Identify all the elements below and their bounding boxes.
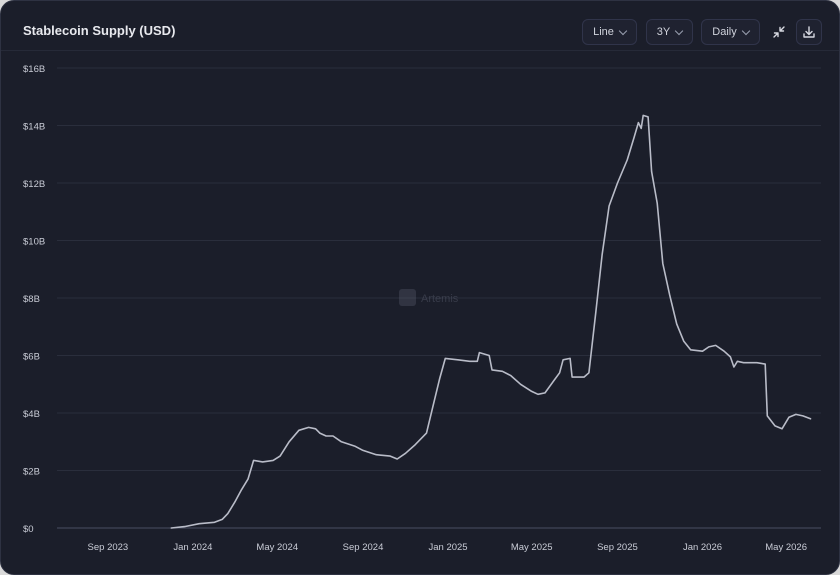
y-tick-label: $0	[23, 524, 34, 535]
range-label: 3Y	[656, 26, 671, 38]
y-tick-label: $8B	[23, 294, 40, 305]
series-group	[170, 114, 812, 529]
x-tick-label: Sep 2023	[88, 542, 129, 553]
x-tick-label: May 2026	[765, 542, 807, 553]
watermark: Artemis	[399, 289, 459, 306]
y-tick-label: $12B	[23, 179, 45, 190]
y-axis: $0 $2B $4B $6B $8B $10B $12B $14B $16B	[23, 64, 45, 535]
y-tick-label: $6B	[23, 352, 40, 363]
interval-dropdown[interactable]: Daily	[701, 19, 760, 45]
chart-type-label: Line	[593, 26, 614, 38]
x-tick-label: Jan 2025	[429, 542, 468, 553]
x-axis: Sep 2023 Jan 2024 May 2024 Sep 2024 Jan 2025…	[88, 542, 807, 553]
x-tick-label: May 2024	[256, 542, 298, 553]
watermark-logo-icon	[399, 289, 416, 306]
chevron-down-icon	[674, 26, 684, 35]
chart-type-dropdown[interactable]: Line	[582, 19, 637, 45]
x-tick-label: Jan 2024	[173, 542, 212, 553]
y-tick-label: $14B	[23, 122, 45, 133]
y-tick-label: $2B	[23, 467, 40, 478]
collapse-button[interactable]	[766, 19, 792, 45]
download-icon	[803, 26, 815, 38]
download-button[interactable]	[796, 19, 822, 45]
chevron-down-icon	[618, 26, 628, 35]
chevron-down-icon	[741, 26, 750, 35]
watermark-text: Artemis	[421, 293, 459, 305]
y-tick-label: $4B	[23, 409, 40, 420]
range-dropdown[interactable]: 3Y	[646, 19, 693, 45]
x-tick-label: Sep 2024	[343, 542, 384, 553]
chart-header: Stablecoin Supply (USD) Line 3Y Daily	[1, 1, 839, 51]
series-line	[170, 114, 812, 529]
chart-area: $0 $2B $4B $6B $8B $10B $12B $14B $16B Sep 2023 J…	[23, 64, 821, 553]
y-tick-label: $16B	[23, 64, 45, 75]
x-tick-label: Sep 2025	[597, 542, 638, 553]
y-tick-label: $10B	[23, 237, 45, 248]
chart-panel: Stablecoin Supply (USD) Line 3Y Daily $0…	[0, 0, 840, 575]
chart-title: Stablecoin Supply (USD)	[23, 23, 176, 38]
collapse-icon	[773, 26, 785, 38]
x-tick-label: Jan 2026	[683, 542, 722, 553]
x-tick-label: May 2025	[511, 542, 553, 553]
interval-label: Daily	[712, 26, 737, 38]
